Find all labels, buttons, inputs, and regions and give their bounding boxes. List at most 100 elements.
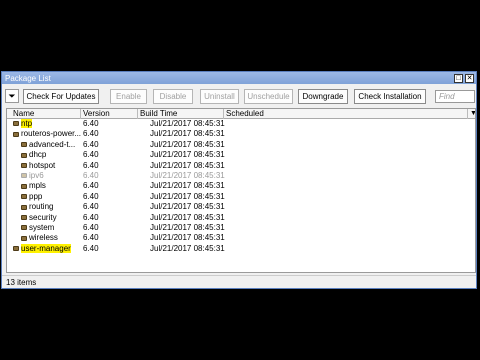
package-list-window: Package List □ ✕ ⏷ Check For Updates Ena… [1,71,477,289]
package-name-cell: routing [21,202,53,212]
package-name-cell: advanced-t... [21,140,75,150]
table-row[interactable]: ntp 6.40 Jul/21/2017 08:45:31 [7,119,475,129]
package-name: mpls [29,181,46,191]
column-menu-arrow-icon[interactable]: ▼ [470,110,475,118]
package-name-cell: ipv6 [21,171,44,181]
package-name: advanced-t... [29,139,76,149]
check-for-updates-button[interactable]: Check For Updates [23,89,99,104]
package-build-time: Jul/21/2017 08:45:31 [150,129,225,139]
package-build-time: Jul/21/2017 08:45:31 [150,212,225,222]
unschedule-button[interactable]: Unschedule [244,89,293,104]
package-icon [21,173,27,179]
package-build-time: Jul/21/2017 08:45:31 [150,181,225,191]
package-name-cell: wireless [21,233,58,243]
package-build-time: Jul/21/2017 08:45:31 [150,191,225,201]
close-icon[interactable]: ✕ [465,73,474,83]
package-name-cell: user-manager [13,243,71,254]
package-name-cell: system [21,223,54,233]
package-version: 6.40 [83,243,99,253]
package-version: 6.40 [83,119,99,128]
window-title: Package List [5,73,51,83]
package-icon [21,194,27,200]
package-version: 6.40 [83,212,99,222]
column-build-time[interactable]: Build Time [138,109,224,119]
package-name: security [29,212,57,222]
package-version: 6.40 [83,150,99,160]
column-name[interactable]: Name [7,109,81,119]
package-icon [21,214,27,220]
package-name-cell: security [21,213,57,223]
package-build-time: Jul/21/2017 08:45:31 [150,119,225,128]
package-version: 6.40 [83,202,99,212]
package-name: ipv6 [29,171,44,180]
table-row[interactable]: security 6.40 Jul/21/2017 08:45:31 [7,213,475,223]
table-row[interactable]: routing 6.40 Jul/21/2017 08:45:31 [7,202,475,212]
package-build-time: Jul/21/2017 08:45:31 [150,233,225,243]
package-name-cell: mpls [21,181,46,191]
package-version: 6.40 [83,171,99,180]
package-icon [13,131,19,137]
package-name-cell: dhcp [21,150,46,160]
table-row[interactable]: system 6.40 Jul/21/2017 08:45:31 [7,223,475,233]
package-version: 6.40 [83,181,99,191]
package-table: Name Version Build Time Scheduled ▼ ntp 6… [6,108,476,273]
package-icon [21,142,27,148]
package-name-cell: hotspot [21,161,55,171]
table-row[interactable]: user-manager 6.40 Jul/21/2017 08:45:31 [7,243,475,254]
maximize-icon[interactable]: □ [454,73,463,83]
package-icon [21,162,27,168]
package-name: routing [29,202,54,212]
check-installation-button[interactable]: Check Installation [354,89,426,104]
funnel-icon[interactable]: ⏷ [5,89,19,103]
package-icon [21,225,27,231]
table-row[interactable]: wireless 6.40 Jul/21/2017 08:45:31 [7,233,475,243]
package-name: system [29,223,55,232]
package-icon [21,152,27,158]
table-row[interactable]: ppp 6.40 Jul/21/2017 08:45:31 [7,192,475,202]
table-row[interactable]: advanced-t... 6.40 Jul/21/2017 08:45:31 [7,140,475,150]
package-version: 6.40 [83,129,99,139]
package-icon [21,204,27,210]
table-row[interactable]: routeros-power... 6.40 Jul/21/2017 08:45:3… [7,129,475,139]
package-icon [13,121,19,127]
table-row[interactable]: dhcp 6.40 Jul/21/2017 08:45:31 [7,150,475,160]
package-name-cell: ppp [21,192,42,202]
package-build-time: Jul/21/2017 08:45:31 [150,150,225,160]
package-version: 6.40 [83,223,99,232]
package-version: 6.40 [83,160,99,170]
title-bar[interactable]: Package List □ ✕ [2,72,476,84]
uninstall-button[interactable]: Uninstall [200,89,239,104]
package-build-time: Jul/21/2017 08:45:31 [150,243,225,253]
package-icon [21,183,27,189]
package-icon [21,235,27,241]
package-build-time: Jul/21/2017 08:45:31 [150,223,225,232]
find-input[interactable]: Find [435,90,475,103]
package-name-cell: ntp [13,119,33,129]
package-version: 6.40 [83,191,99,201]
package-name-cell: routeros-power... [13,129,81,139]
package-name: routeros-power... [21,129,82,139]
disable-button[interactable]: Disable [153,89,193,104]
package-name: dhcp [29,150,47,160]
package-name: ntp [21,119,33,128]
package-version: 6.40 [83,139,99,149]
package-name: ppp [29,191,43,201]
column-version[interactable]: Version [81,109,138,119]
column-scheduled[interactable]: Scheduled [224,109,468,119]
package-name: wireless [29,233,58,243]
table-row[interactable]: mpls 6.40 Jul/21/2017 08:45:31 [7,181,475,191]
table-row[interactable]: ipv6 6.40 Jul/21/2017 08:45:31 [7,171,475,181]
enable-button[interactable]: Enable [110,89,147,104]
package-name: user-manager [21,243,71,253]
toolbar: ⏷ Check For Updates Enable Disable Unins… [2,86,476,106]
table-row[interactable]: hotspot 6.40 Jul/21/2017 08:45:31 [7,161,475,171]
package-build-time: Jul/21/2017 08:45:31 [150,160,225,170]
package-build-time: Jul/21/2017 08:45:31 [150,171,225,180]
table-header: Name Version Build Time Scheduled ▼ [7,109,475,119]
package-icon [13,246,19,252]
package-build-time: Jul/21/2017 08:45:31 [150,202,225,212]
status-bar: 13 items [2,275,476,288]
package-build-time: Jul/21/2017 08:45:31 [150,139,225,149]
downgrade-button[interactable]: Downgrade [298,89,348,104]
package-version: 6.40 [83,233,99,243]
